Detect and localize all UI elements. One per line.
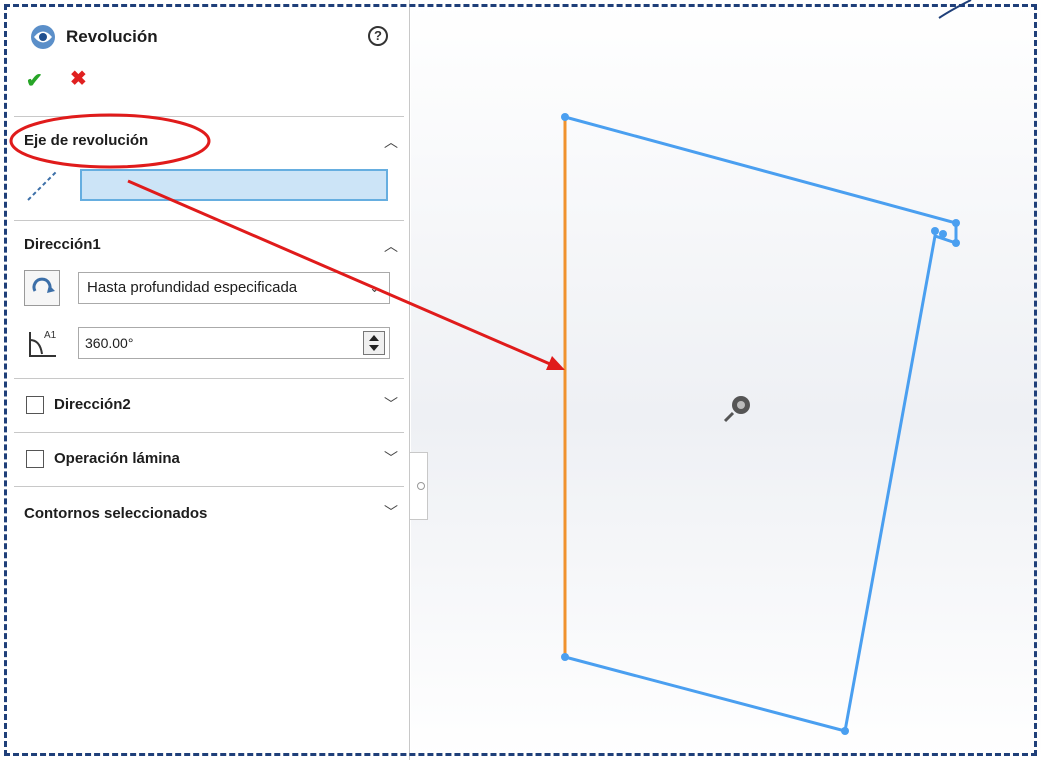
annotation-layer (9, 113, 565, 370)
annotation-ellipse (9, 113, 211, 169)
solidworks-revolve-screen: Revolución ? ✔ ✖ Eje de revolución ︿ Dir… (0, 0, 1041, 760)
annotation-arrow-line (127, 179, 551, 366)
